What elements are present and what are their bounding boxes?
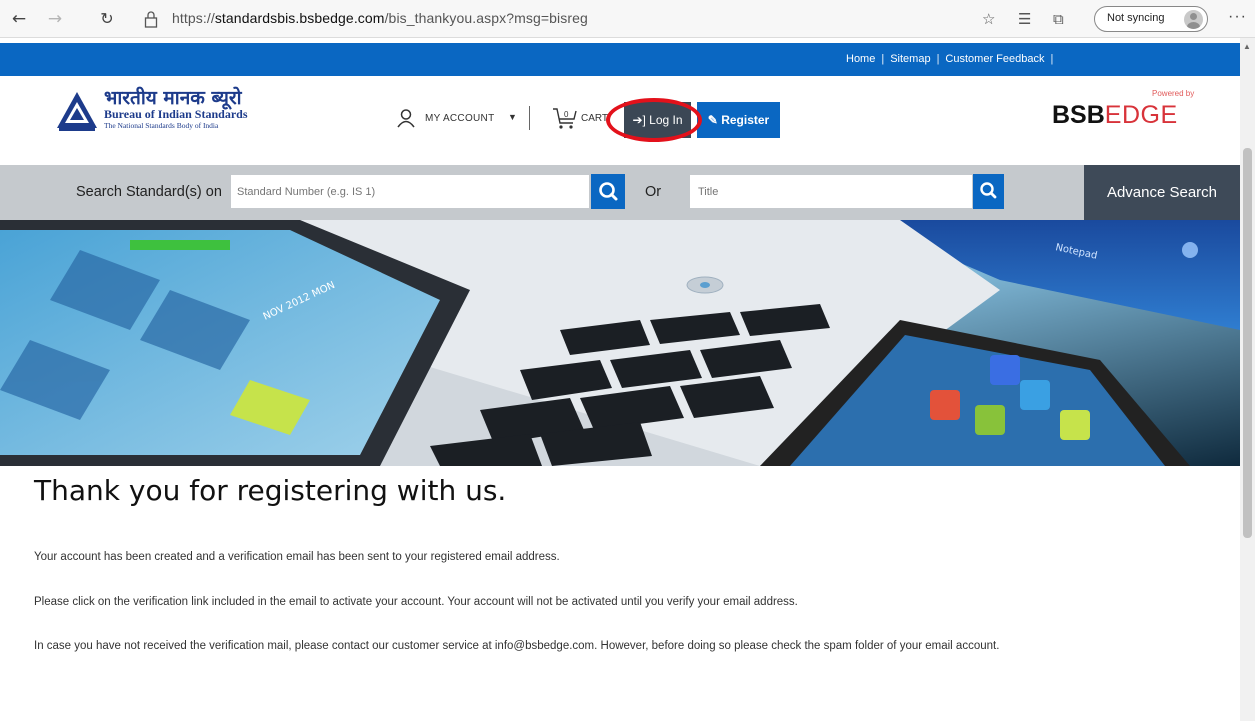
standard-number-input[interactable]: [231, 175, 589, 208]
support-contact-message: In case you have not received the verifi…: [34, 640, 1000, 652]
advance-search-button[interactable]: Advance Search: [1084, 165, 1240, 220]
cart-icon[interactable]: 0: [552, 106, 578, 130]
sync-label: Not syncing: [1107, 12, 1165, 24]
search-icon: [599, 182, 618, 201]
edge-logo-text: EDGE: [1104, 101, 1178, 129]
chevron-down-icon[interactable]: ▼: [508, 112, 517, 122]
header-divider: [529, 106, 530, 130]
scrollbar-thumb[interactable]: [1243, 148, 1252, 538]
my-account-menu[interactable]: MY ACCOUNT: [425, 113, 495, 124]
bsbedge-logo[interactable]: BSBEDGE: [1052, 101, 1178, 130]
forward-arrow-icon[interactable]: →: [44, 8, 66, 30]
search-standards-label: Search Standard(s) on: [76, 184, 222, 200]
link-divider: |: [881, 53, 885, 65]
customer-feedback-link[interactable]: Customer Feedback: [945, 53, 1044, 65]
bsb-logo-text: BSB: [1052, 101, 1105, 129]
url-path: /bis_thankyou.aspx?msg=bisreg: [384, 10, 588, 26]
bis-hindi-name: भारतीय मानक ब्यूरो: [104, 87, 242, 109]
sitemap-link[interactable]: Sitemap: [890, 53, 930, 65]
lock-icon: [144, 11, 158, 28]
home-link[interactable]: Home: [846, 53, 875, 65]
cart-link[interactable]: CART: [581, 113, 608, 124]
browser-toolbar: ← → ↻ https://standardsbis.bsbedge.com/b…: [0, 0, 1255, 38]
top-links: Home | Sitemap | Customer Feedback |: [846, 53, 1059, 65]
bis-english-name: Bureau of Indian Standards: [104, 107, 248, 121]
link-divider: |: [936, 53, 940, 65]
title-search-input[interactable]: [690, 175, 972, 208]
sync-status-button[interactable]: Not syncing: [1094, 6, 1208, 32]
page-title: Thank you for registering with us.: [34, 474, 507, 507]
favorite-star-icon[interactable]: ☆: [982, 9, 995, 29]
profile-avatar-icon: [1184, 10, 1203, 29]
search-icon: [980, 182, 997, 199]
back-arrow-icon[interactable]: ←: [8, 8, 30, 30]
cart-count: 0: [564, 110, 569, 119]
bis-logo-icon[interactable]: [55, 90, 99, 132]
search-bar: Search Standard(s) on Or Advance Search: [0, 165, 1240, 220]
or-label: Or: [645, 184, 662, 200]
login-highlight-ring: [606, 98, 702, 142]
scroll-up-arrow-icon[interactable]: ▲: [1243, 42, 1251, 51]
collections-icon[interactable]: ⧉: [1053, 9, 1064, 29]
user-account-icon[interactable]: [396, 108, 416, 128]
standard-search-button[interactable]: [591, 174, 625, 209]
link-divider: |: [1050, 53, 1054, 65]
refresh-icon[interactable]: ↻: [96, 8, 118, 30]
account-created-message: Your account has been created and a veri…: [34, 551, 560, 563]
hero-banner-image: Notepad NOV 2012 MON: [0, 220, 1240, 466]
devices-banner-illustration: Notepad NOV 2012 MON: [0, 220, 1240, 466]
page-scrollbar[interactable]: ▲: [1240, 38, 1255, 721]
bis-tagline: The National Standards Body of India: [104, 121, 219, 130]
register-button[interactable]: ✎ Register: [697, 102, 780, 138]
powered-by-label: Powered by: [1152, 89, 1195, 98]
url-prefix: https://: [172, 10, 215, 26]
register-icon: ✎: [707, 113, 718, 127]
register-label: Register: [721, 113, 770, 127]
bis-brand-text[interactable]: भारतीय मानक ब्यूरो Bureau of Indian Stan…: [104, 88, 248, 131]
top-links-bar: Home | Sitemap | Customer Feedback |: [0, 43, 1240, 76]
favorites-list-icon[interactable]: ☰: [1018, 9, 1031, 29]
more-options-icon[interactable]: ···: [1228, 8, 1247, 26]
verification-instructions: Please click on the verification link in…: [34, 596, 798, 608]
site-header: भारतीय मानक ब्यूरो Bureau of Indian Stan…: [0, 76, 1240, 161]
address-bar[interactable]: https://standardsbis.bsbedge.com/bis_tha…: [172, 10, 588, 26]
url-host: standardsbis.bsbedge.com: [214, 10, 385, 26]
title-search-button[interactable]: [973, 174, 1004, 209]
